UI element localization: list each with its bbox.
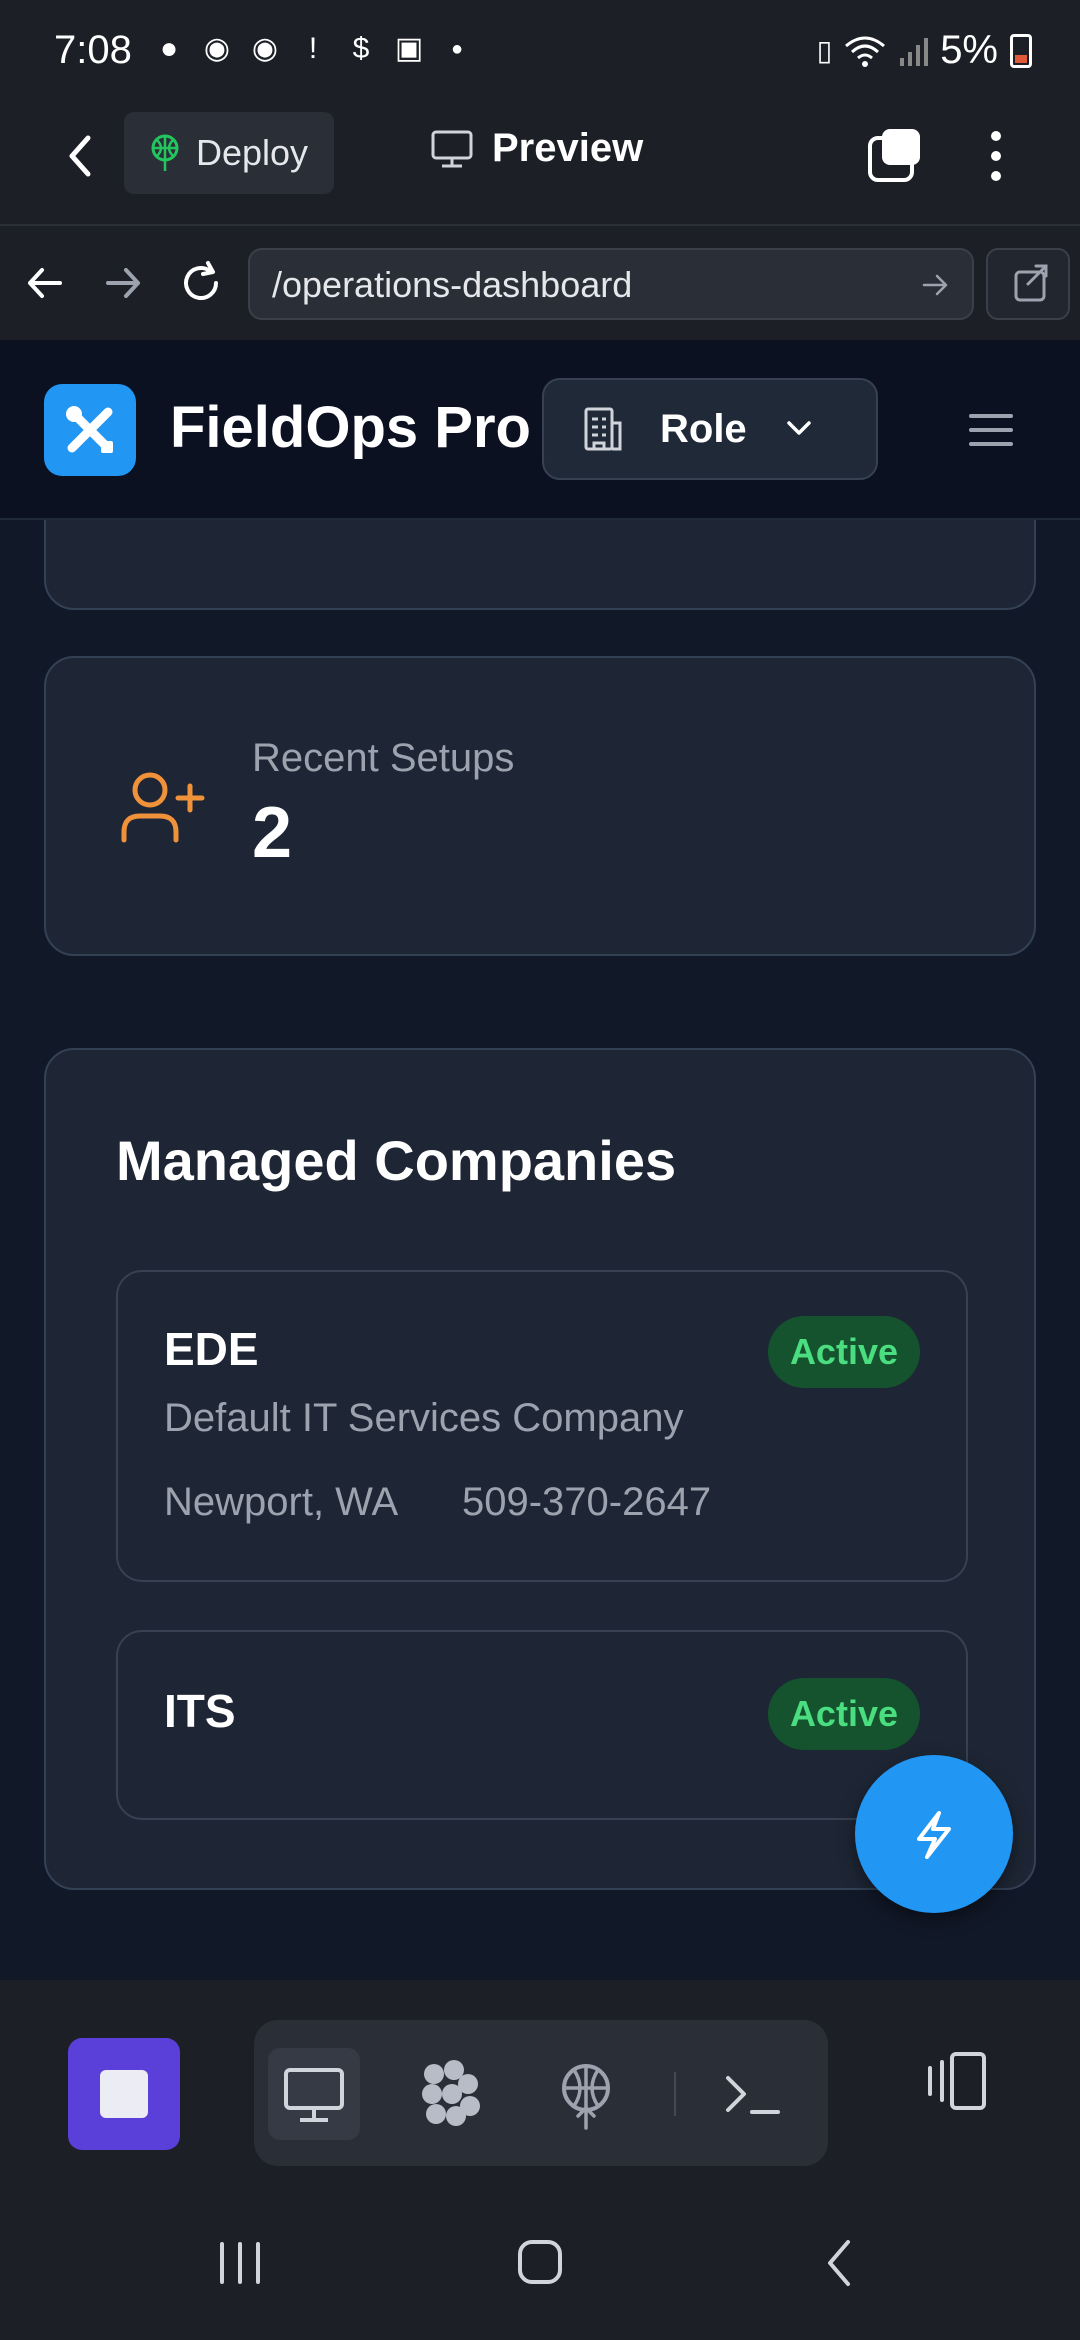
more-menu-button[interactable] [986, 126, 1006, 186]
role-selector[interactable]: Role [542, 378, 878, 480]
deploy-icon [148, 133, 182, 173]
arrow-right-icon [106, 268, 140, 298]
home-button[interactable] [510, 2238, 570, 2288]
company-description: Default IT Services Company [164, 1396, 684, 1440]
tabs-button[interactable] [866, 126, 924, 184]
more-vertical-icon [991, 131, 1001, 181]
hamburger-icon [969, 414, 1013, 446]
browser-forward-button[interactable] [98, 258, 148, 308]
tool-group [254, 2020, 828, 2166]
recents-icon [220, 2242, 260, 2284]
chevron-left-icon [69, 135, 91, 177]
building-icon [580, 405, 624, 453]
url-input[interactable]: /operations-dashboard [248, 248, 974, 320]
home-icon [518, 2240, 562, 2284]
arrow-left-icon [28, 268, 62, 298]
recent-setups-card: Recent Setups 2 [44, 656, 1036, 956]
toolbar-divider [674, 2072, 676, 2116]
preview-tab[interactable]: Preview [430, 126, 643, 171]
reload-icon [184, 261, 218, 300]
battery-percent: 5% [940, 28, 998, 72]
deploy-tool-button[interactable] [540, 2048, 632, 2140]
quick-action-button[interactable] [855, 1755, 1013, 1913]
back-button[interactable] [54, 126, 104, 186]
recent-apps-button[interactable] [210, 2238, 270, 2288]
preview-label: Preview [492, 126, 644, 170]
wifi-icon [844, 34, 886, 68]
system-back-button[interactable] [810, 2238, 870, 2288]
lightning-icon [917, 1811, 951, 1859]
battery-icon [1010, 33, 1032, 68]
status-badge: Active [767, 1316, 920, 1388]
messenger-icon: ◉ [251, 32, 279, 65]
tabs-icon [868, 129, 920, 182]
monitor-icon [284, 2068, 344, 2122]
arrow-right-icon [922, 274, 948, 296]
company-name: EDE [164, 1323, 259, 1375]
messenger-icon: ◉ [203, 32, 231, 65]
chevron-left-icon [828, 2240, 850, 2286]
company-location: Newport, WA [164, 1480, 399, 1524]
open-external-button[interactable] [986, 248, 1070, 320]
url-bar: /operations-dashboard [0, 224, 1080, 340]
deploy-icon [562, 2064, 610, 2130]
company-item[interactable]: EDE Active Default IT Services Company N… [116, 1270, 968, 1582]
image-icon: ▣ [394, 32, 424, 65]
status-time: 7:08 [54, 28, 132, 72]
dot-icon: ● [450, 38, 464, 60]
app-header: FieldOps Pro Role [0, 340, 1080, 520]
workspace-toolbar [0, 1980, 1080, 2196]
shell-tool-button[interactable] [706, 2048, 798, 2140]
app-title: FieldOps Pro [170, 395, 531, 460]
chat-bubble-icon: ● [159, 32, 179, 65]
browser-back-button[interactable] [20, 258, 70, 308]
chevron-down-icon [783, 417, 815, 441]
layout-switch-button[interactable] [924, 2048, 990, 2114]
company-item[interactable]: ITS Active [116, 1630, 968, 1820]
status-right: ▯ 5% [817, 28, 1032, 73]
alert-icon: ! [308, 32, 318, 65]
user-plus-icon [116, 764, 206, 854]
menu-button[interactable] [968, 410, 1014, 450]
status-badge: Active [767, 1678, 920, 1750]
tools-icon [66, 406, 113, 453]
terminal-icon [726, 2076, 780, 2114]
dollar-icon: $ [352, 32, 370, 65]
company-phone[interactable]: 509-370-2647 [462, 1480, 711, 1525]
recent-setups-label: Recent Setups [252, 736, 515, 780]
url-go-button[interactable] [918, 268, 952, 302]
monitor-icon [430, 129, 474, 169]
role-label: Role [660, 406, 747, 451]
notification-icons: ● ◉ ◉ ! $ ▣ ● [152, 32, 474, 66]
url-text: /operations-dashboard [272, 264, 633, 305]
external-link-icon [1014, 264, 1048, 302]
deploy-label: Deploy [196, 132, 309, 173]
stat-card-partial [44, 520, 1036, 610]
system-nav-bar [0, 2180, 1080, 2340]
reload-button[interactable] [176, 258, 226, 308]
panel-switch-icon [928, 2052, 986, 2110]
app-logo[interactable] [44, 384, 136, 476]
deploy-button[interactable]: Deploy [124, 112, 334, 194]
agent-icon [422, 2060, 480, 2126]
status-bar: 7:08 ● ◉ ◉ ! $ ▣ ● ▯ 5% [0, 0, 1080, 104]
workspace-topbar: Deploy Preview [0, 104, 1080, 224]
recent-setups-value: 2 [252, 793, 293, 873]
company-name: ITS [164, 1685, 236, 1737]
battery-saver-icon: ▯ [816, 35, 833, 66]
stop-button[interactable] [68, 2038, 180, 2150]
preview-tool-button[interactable] [268, 2048, 360, 2140]
companies-title: Managed Companies [116, 1129, 677, 1192]
signal-icon [898, 36, 929, 66]
agent-tool-button[interactable] [404, 2048, 496, 2140]
